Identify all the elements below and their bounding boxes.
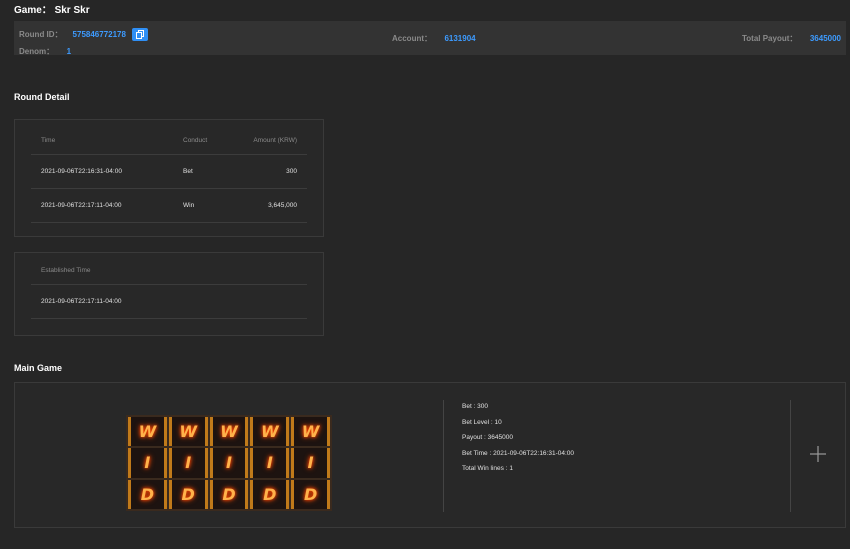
established-time-value: 2021-09-06T22:17:11-04:00 (41, 298, 122, 305)
reel-symbol: D (128, 479, 167, 509)
denom-label: Denom： (19, 47, 55, 56)
reel-symbol: D (209, 479, 249, 509)
round-id-value: 575846772178 (72, 30, 126, 39)
table-header-row: Time Conduct Amount (KRW) (31, 127, 307, 155)
column-header-amount: Amount (KRW) (253, 137, 297, 144)
reel-symbol: I (291, 448, 330, 478)
total-payout-value: 3645000 (809, 34, 841, 43)
column-header-time: Time (41, 137, 56, 144)
table-row: 2021-09-06T22:16:31-04:00 Bet 300 (31, 155, 307, 189)
established-header-row: Established Time (31, 257, 307, 285)
copy-icon (135, 30, 144, 39)
round-id-label: Round ID： (19, 30, 63, 39)
round-info-bar: Round ID： 575846772178 Denom： 1 Account：… (14, 21, 846, 56)
round-detail-table: Time Conduct Amount (KRW) 2021-09-06T22:… (31, 127, 307, 223)
game-details: Bet : 300 Bet Level : 10 Payout : 364500… (462, 402, 574, 480)
expand-divider (790, 400, 791, 512)
expand-button[interactable] (808, 444, 828, 464)
reel-symbol: I (250, 448, 290, 478)
detail-payout: Payout : 3645000 (462, 434, 513, 441)
reel-symbol: W (209, 417, 249, 447)
reel-symbol: W (168, 417, 208, 447)
row-conduct: Win (183, 202, 195, 209)
slot-reels: W W W W W I I I I I D D D D D (126, 415, 332, 511)
details-divider (443, 400, 444, 512)
reel-symbol: W (250, 417, 290, 447)
established-time-label: Established Time (41, 267, 91, 274)
established-time-panel: Established Time 2021-09-06T22:17:11-04:… (14, 252, 324, 336)
total-payout-field: Total Payout： 3645000 (742, 28, 841, 46)
column-header-conduct: Conduct (183, 137, 208, 144)
established-time-row: 2021-09-06T22:17:11-04:00 (31, 285, 307, 319)
detail-total-win-lines: Total Win lines : 1 (462, 465, 513, 472)
reel-symbol: I (128, 448, 167, 478)
game-label: Game： (14, 5, 52, 16)
main-game-title: Main Game (14, 363, 63, 373)
reel-symbol: W (291, 417, 330, 447)
row-amount: 3,645,000 (268, 202, 297, 209)
total-payout-label: Total Payout： (741, 34, 798, 43)
account-field: Account： 6131904 (392, 28, 476, 46)
reel-symbol: D (250, 479, 290, 509)
detail-bet-level: Bet Level : 10 (462, 418, 502, 426)
reel-symbol: I (209, 448, 249, 478)
denom-value: 1 (66, 47, 72, 56)
reel-symbol: W (128, 417, 167, 447)
round-id-field: Round ID： 575846772178 (19, 28, 148, 41)
copy-round-id-button[interactable] (131, 28, 148, 41)
row-time: 2021-09-06T22:16:31-04:00 (41, 168, 122, 175)
account-label: Account： (392, 34, 432, 43)
row-conduct: Bet (183, 168, 193, 175)
row-time: 2021-09-06T22:17:11-04:00 (41, 202, 122, 209)
round-detail-panel: Time Conduct Amount (KRW) 2021-09-06T22:… (14, 119, 324, 237)
row-amount: 300 (286, 168, 297, 175)
game-title: Game： Skr Skr (14, 1, 90, 16)
detail-bet-time: Bet Time : 2021-09-06T22:16:31-04:00 (462, 449, 575, 457)
established-time-table: Established Time 2021-09-06T22:17:11-04:… (31, 257, 307, 319)
plus-icon (810, 446, 826, 462)
reel-symbol: I (168, 448, 208, 478)
round-detail-title: Round Detail (14, 92, 70, 102)
game-name: Skr Skr (54, 5, 90, 16)
detail-bet: Bet : 300 (462, 403, 489, 410)
table-row: 2021-09-06T22:17:11-04:00 Win 3,645,000 (31, 189, 307, 223)
denom-field: Denom： 1 (19, 41, 71, 59)
account-value: 6131904 (444, 34, 476, 43)
reel-symbol: D (168, 479, 208, 509)
reel-symbol: D (291, 479, 330, 509)
